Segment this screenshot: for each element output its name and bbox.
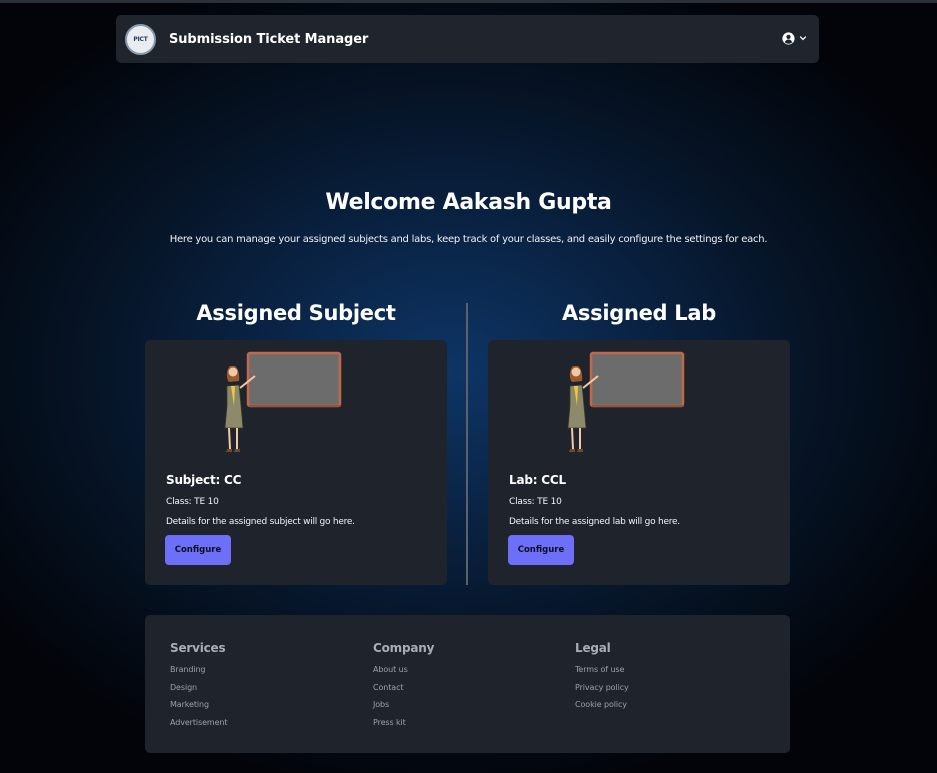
footer-column-services: Services Branding Design Marketing Adver… (170, 641, 228, 732)
assigned-subject-heading: Assigned Subject (196, 301, 396, 325)
footer-link[interactable]: Design (170, 679, 227, 697)
footer-link[interactable]: Privacy policy (575, 679, 629, 697)
footer-link[interactable]: Advertisement (170, 714, 228, 732)
logo-text: PICT (133, 35, 148, 43)
welcome-heading: Welcome Aakash Gupta (325, 190, 612, 215)
footer-link[interactable]: Jobs (373, 696, 434, 714)
user-menu-button[interactable] (782, 30, 807, 49)
subject-card: Subject: CC Class: TE 10 Details for the… (145, 340, 447, 585)
lab-title: Lab: CCL (509, 473, 566, 487)
teacher-at-board-illustration (567, 351, 685, 452)
section-divider (466, 303, 468, 585)
subject-title: Subject: CC (166, 473, 242, 487)
chevron-down-icon (799, 34, 807, 45)
subject-details: Details for the assigned subject will go… (166, 517, 355, 527)
subject-class: Class: TE 10 (166, 497, 219, 507)
footer-link[interactable]: Press kit (373, 714, 434, 732)
footer-link[interactable]: Cookie policy (575, 696, 629, 714)
lab-details: Details for the assigned lab will go her… (509, 517, 680, 527)
footer-heading: Company (373, 641, 435, 655)
user-circle-icon (782, 30, 795, 49)
configure-subject-button[interactable]: Configure (165, 535, 231, 565)
footer-link[interactable]: Contact (373, 679, 434, 697)
assigned-lab-heading: Assigned Lab (561, 301, 716, 325)
institute-logo[interactable]: PICT (125, 23, 156, 55)
window-top-edge (0, 0, 937, 3)
configure-lab-button[interactable]: Configure (508, 535, 574, 565)
footer-column-legal: Legal Terms of use Privacy policy Cookie… (575, 641, 629, 714)
footer-link[interactable]: About us (373, 661, 434, 679)
app-title[interactable]: Submission Ticket Manager (169, 32, 368, 47)
top-navbar: PICT Submission Ticket Manager (116, 15, 819, 63)
footer-column-company: Company About us Contact Jobs Press kit (373, 641, 434, 731)
site-footer: Services Branding Design Marketing Adver… (145, 615, 790, 753)
footer-link[interactable]: Terms of use (575, 661, 629, 679)
footer-link[interactable]: Marketing (170, 696, 227, 714)
lab-class: Class: TE 10 (509, 497, 562, 507)
welcome-subtitle: Here you can manage your assigned subjec… (169, 234, 768, 245)
footer-heading: Legal (575, 641, 611, 655)
teacher-at-board-illustration (224, 351, 342, 452)
lab-card: Lab: CCL Class: TE 10 Details for the as… (488, 340, 790, 585)
footer-link[interactable]: Branding (170, 661, 227, 679)
footer-heading: Services (170, 641, 226, 655)
